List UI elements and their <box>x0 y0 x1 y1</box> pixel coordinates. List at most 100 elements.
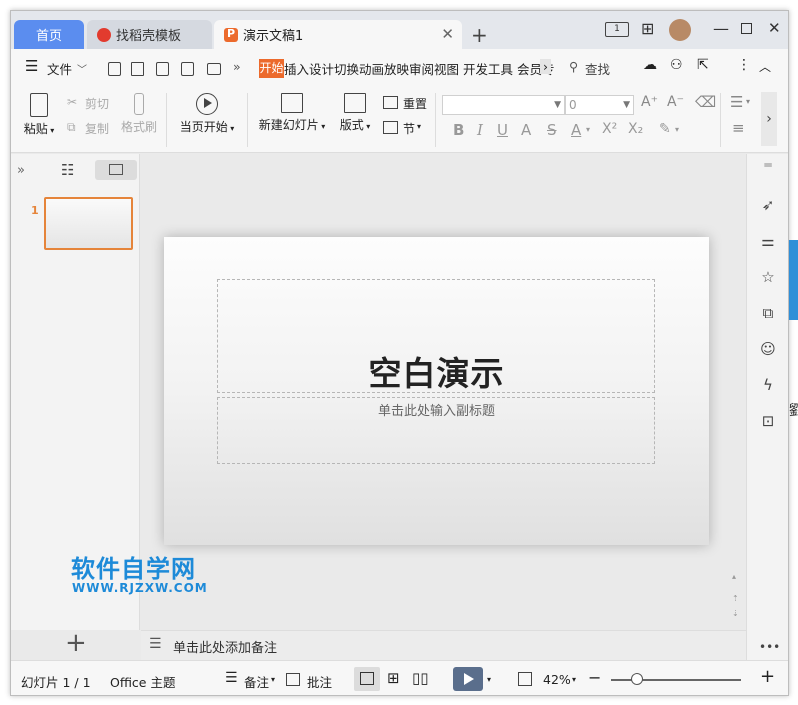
more-icon[interactable]: ••• <box>759 640 780 658</box>
clear-format-icon[interactable]: ⌫ <box>695 93 716 111</box>
avatar[interactable] <box>669 19 691 41</box>
section-icon[interactable] <box>383 121 398 134</box>
zoom-slider-thumb[interactable] <box>631 673 643 685</box>
hamburger-icon[interactable]: ☰ <box>25 57 38 75</box>
settings-sliders-icon[interactable]: ⚌ <box>759 232 777 250</box>
collapse-ribbon-icon[interactable]: ︿ <box>759 58 771 75</box>
share-icon[interactable]: ⇱ <box>697 57 709 73</box>
subscript-icon[interactable]: X₂ <box>628 121 643 137</box>
notes-pane[interactable]: ☰ 单击此处添加备注 <box>141 630 746 660</box>
bold-icon[interactable]: B <box>453 121 464 139</box>
transition-icon[interactable]: ⧉ <box>759 304 777 322</box>
search-icon[interactable]: ⚲ <box>569 59 578 74</box>
tab-document[interactable]: 演示文稿1 ✕ <box>214 20 462 49</box>
prev-slide-icon[interactable]: ⇡ <box>732 594 739 603</box>
underline-icon[interactable]: U <box>497 121 508 139</box>
notes-toggle-label[interactable]: 备注 <box>244 672 269 691</box>
smart-icon[interactable]: ☺ <box>759 340 777 358</box>
format-painter-button[interactable]: 格式刷 <box>117 93 161 135</box>
ribbon-scroll-right-icon[interactable]: › <box>761 92 777 146</box>
add-slide-button[interactable]: + <box>65 628 87 658</box>
superscript-icon[interactable]: X² <box>602 121 617 137</box>
align-left-icon[interactable]: ≡ <box>732 119 745 137</box>
tab-start[interactable]: 开始 <box>259 59 284 78</box>
collaborate-icon[interactable]: ⚇ <box>670 57 683 73</box>
normal-view-button[interactable] <box>354 667 380 691</box>
comment-icon[interactable] <box>286 673 300 686</box>
cut-label[interactable]: 剪切 <box>85 95 109 112</box>
outline-view-icon[interactable]: ☷ <box>61 161 74 179</box>
zoom-in-icon[interactable]: + <box>760 666 775 687</box>
reset-label[interactable]: 重置 <box>403 95 427 112</box>
thumbnail-view-button[interactable] <box>95 160 137 180</box>
tab-home[interactable]: 首页 <box>14 20 84 49</box>
font-name-select[interactable]: ▼ <box>442 95 565 115</box>
copy-icon[interactable]: ⧉ <box>67 120 76 135</box>
rocket-icon[interactable]: ➶ <box>759 196 777 214</box>
slideshow-play-button[interactable] <box>453 667 483 691</box>
reading-view-icon[interactable]: ▯▯ <box>412 669 429 687</box>
vertical-scrollbar[interactable]: ▴ ⇡ ⇣ <box>729 154 746 630</box>
search-label[interactable]: 查找 <box>585 59 610 78</box>
more-quick-icon[interactable]: » <box>233 59 241 74</box>
status-bar: 幻灯片 1 / 1 Office 主题 ☰ 备注 ▾ 批注 ⊞ ▯▯ ▾ 42% ▾… <box>11 660 788 695</box>
new-tab-button[interactable]: + <box>471 23 488 47</box>
layout-button[interactable]: 版式 ▾ <box>337 93 373 133</box>
cloud-sync-icon[interactable]: ☁ <box>643 57 657 73</box>
paste-button[interactable]: 粘贴 ▾ <box>22 93 56 137</box>
bullet-list-icon[interactable]: ☰ <box>730 93 743 111</box>
apps-grid-icon[interactable]: ⊞ <box>641 19 654 38</box>
save-icon[interactable] <box>156 62 169 76</box>
grow-font-icon[interactable]: A⁺ <box>641 94 658 110</box>
slide-title[interactable]: 空白演示 <box>164 347 709 395</box>
sorter-view-icon[interactable]: ⊞ <box>387 669 400 687</box>
maximize-icon[interactable] <box>741 23 752 34</box>
chevron-down-icon[interactable]: ﹀ <box>77 61 87 76</box>
copy-label[interactable]: 复制 <box>85 120 109 137</box>
highlight-icon[interactable]: ✎ <box>659 121 671 137</box>
fit-window-icon[interactable] <box>518 672 532 686</box>
more-tabs-icon[interactable]: › <box>540 59 551 74</box>
zoom-level[interactable]: 42% <box>543 672 571 687</box>
slideshow-dropdown-icon[interactable]: ▾ <box>487 675 491 684</box>
tab-template[interactable]: 找稻壳模板 <box>87 20 212 49</box>
slide[interactable]: 空白演示 单击此处输入副标题 <box>164 237 709 545</box>
text-shadow-icon[interactable]: A <box>521 121 531 139</box>
tab-template-label: 找稻壳模板 <box>116 29 182 44</box>
notes-icon: ☰ <box>149 636 162 652</box>
font-color-icon[interactable]: A <box>571 121 581 139</box>
font-size-select[interactable]: 0 ▼ <box>565 95 634 115</box>
ribbon-tabs[interactable]: 插入设计切换动画放映审阅视图 开发工具 会员专 <box>284 59 554 78</box>
next-slide-icon[interactable]: ⇣ <box>732 609 739 618</box>
cut-icon[interactable]: ✂ <box>67 95 77 109</box>
new-slide-button[interactable]: 新建幻灯片 ▾ <box>257 93 327 133</box>
lightning-icon[interactable]: ϟ <box>759 376 777 394</box>
export-pdf-icon[interactable] <box>181 62 194 76</box>
italic-icon[interactable]: I <box>477 121 483 139</box>
collapse-pane-icon[interactable]: » <box>17 163 25 178</box>
zoom-out-icon[interactable]: − <box>588 668 601 687</box>
reader-icon[interactable]: ⊡ <box>759 412 777 430</box>
strikethrough-icon[interactable]: S <box>547 121 557 139</box>
new-file-icon[interactable] <box>108 62 121 76</box>
open-folder-icon[interactable] <box>131 62 144 76</box>
slide-subtitle[interactable]: 单击此处输入副标题 <box>164 400 709 419</box>
animation-star-icon[interactable]: ☆ <box>759 268 777 286</box>
scroll-up-icon[interactable]: ▴ <box>732 572 736 581</box>
notes-placeholder[interactable]: 单击此处添加备注 <box>173 637 277 656</box>
close-tab-icon[interactable]: ✕ <box>441 25 454 43</box>
more-options-icon[interactable]: ⋮ <box>737 57 751 73</box>
play-from-current-button[interactable]: 当页开始 ▾ <box>176 93 238 135</box>
drag-handle-icon[interactable]: ═ <box>759 158 777 176</box>
shrink-font-icon[interactable]: A⁻ <box>667 94 684 110</box>
reset-icon[interactable] <box>383 96 398 109</box>
notes-toggle-icon[interactable]: ☰ <box>225 670 238 686</box>
slide-thumbnail[interactable] <box>44 197 133 250</box>
print-icon[interactable] <box>207 63 221 75</box>
close-window-icon[interactable]: ✕ <box>768 19 781 37</box>
minimize-icon[interactable]: — <box>713 19 729 38</box>
file-menu[interactable]: 文件 <box>47 59 72 78</box>
comment-label[interactable]: 批注 <box>307 672 332 691</box>
window-mode-icon[interactable]: 1 <box>605 22 629 37</box>
section-label[interactable]: 节 <box>403 120 415 137</box>
